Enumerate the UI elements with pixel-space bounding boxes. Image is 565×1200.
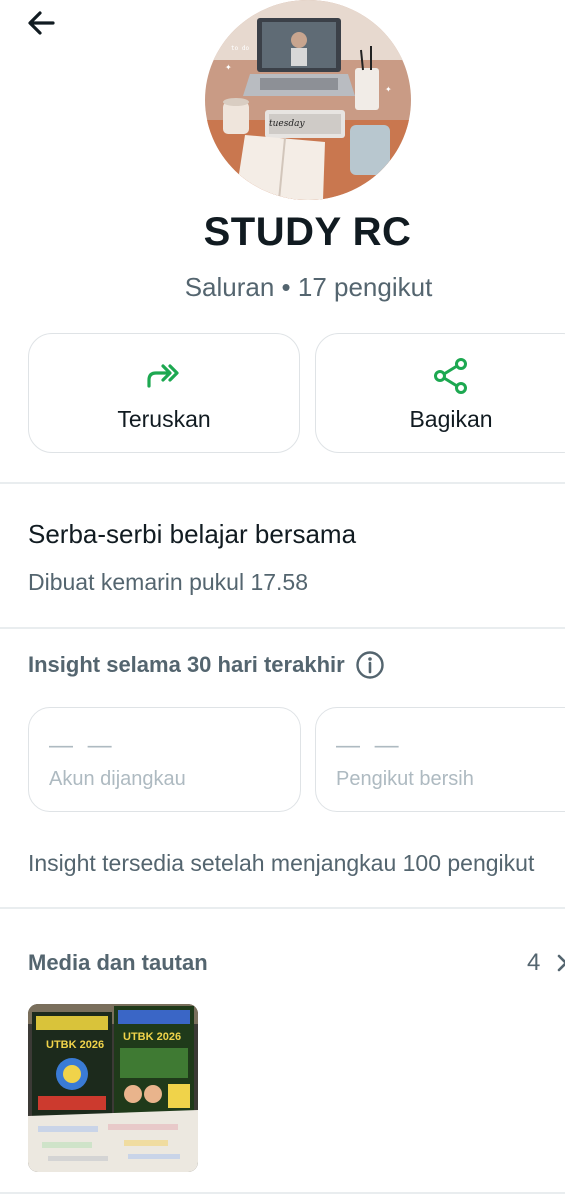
chevron-right-icon[interactable] [556, 950, 565, 976]
insights-section-title: Insight selama 30 hari terakhir [28, 650, 385, 680]
forward-icon [147, 364, 179, 388]
svg-text:✦: ✦ [225, 63, 232, 72]
created-date: Dibuat kemarin pukul 17.58 [28, 569, 308, 595]
stat-card-net-followers: — — Pengikut bersih [315, 707, 565, 812]
stat-value: — — [49, 732, 116, 759]
channel-name: STUDY RC [203, 210, 412, 254]
channel-description: Serba-serbi belajar bersama [28, 519, 357, 549]
insights-note: Insight tersedia setelah menjangkau 100 … [28, 850, 535, 876]
media-section-title[interactable]: Media dan tautan [28, 950, 208, 976]
svg-text:tuesday: tuesday [269, 119, 305, 129]
media-thumbnail-image: UTBK 2026 UTBK 2026 [28, 1004, 198, 1172]
arrow-left-icon [28, 11, 55, 35]
forward-button[interactable]: Teruskan [28, 333, 300, 453]
stat-caption: Akun dijangkau [49, 768, 186, 790]
back-button[interactable] [22, 4, 60, 42]
svg-text:to do: to do [231, 45, 249, 52]
share-icon [434, 358, 467, 394]
media-thumbnail[interactable]: UTBK 2026 UTBK 2026 [28, 1004, 198, 1172]
insights-title-text: Insight selama 30 hari terakhir [28, 652, 345, 677]
forward-label: Teruskan [117, 406, 211, 432]
thumb-text: UTBK 2026 [123, 1031, 181, 1043]
share-label: Bagikan [409, 406, 493, 432]
divider [0, 482, 565, 484]
divider [0, 1192, 565, 1194]
avatar-image: to do tuesday ✦ ✦ [205, 0, 411, 200]
thumb-text: UTBK 2026 [46, 1039, 104, 1051]
media-count[interactable]: 4 [527, 949, 540, 977]
divider [0, 907, 565, 909]
stat-value: — — [336, 732, 403, 759]
channel-avatar[interactable]: to do tuesday ✦ ✦ [205, 0, 411, 200]
stat-card-accounts-reached: — — Akun dijangkau [28, 707, 301, 812]
share-button[interactable]: Bagikan [315, 333, 565, 453]
channel-meta: Saluran • 17 pengikut [184, 272, 433, 302]
svg-text:✦: ✦ [385, 85, 392, 94]
channel-info-screen: to do tuesday ✦ ✦ STUDY RC Saluran • 17 … [0, 0, 565, 1200]
stat-caption: Pengikut bersih [336, 768, 474, 790]
info-icon[interactable] [355, 650, 385, 680]
divider [0, 627, 565, 629]
